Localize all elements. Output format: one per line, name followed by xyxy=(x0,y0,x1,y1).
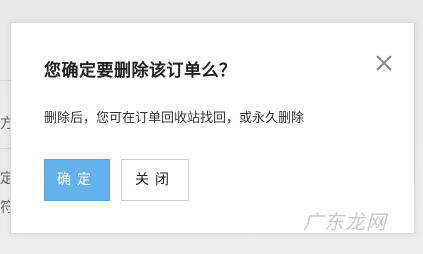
background-divider xyxy=(0,148,10,149)
close-icon xyxy=(376,55,392,71)
dialog-message: 删除后，您可在订单回收站找回，或永久删除 xyxy=(44,111,305,126)
delete-order-dialog: 您确定要删除该订单么？ 删除后，您可在订单回收站找回，或永久删除 确定 关闭 xyxy=(10,22,415,234)
watermark-logo: 广东龙网 xyxy=(303,210,387,234)
dialog-title: 您确定要删除该订单么？ xyxy=(44,61,237,81)
confirm-button[interactable]: 确定 xyxy=(44,159,110,201)
close-dialog-button[interactable] xyxy=(374,53,394,73)
background-divider xyxy=(0,80,10,81)
close-button[interactable]: 关闭 xyxy=(121,159,189,201)
